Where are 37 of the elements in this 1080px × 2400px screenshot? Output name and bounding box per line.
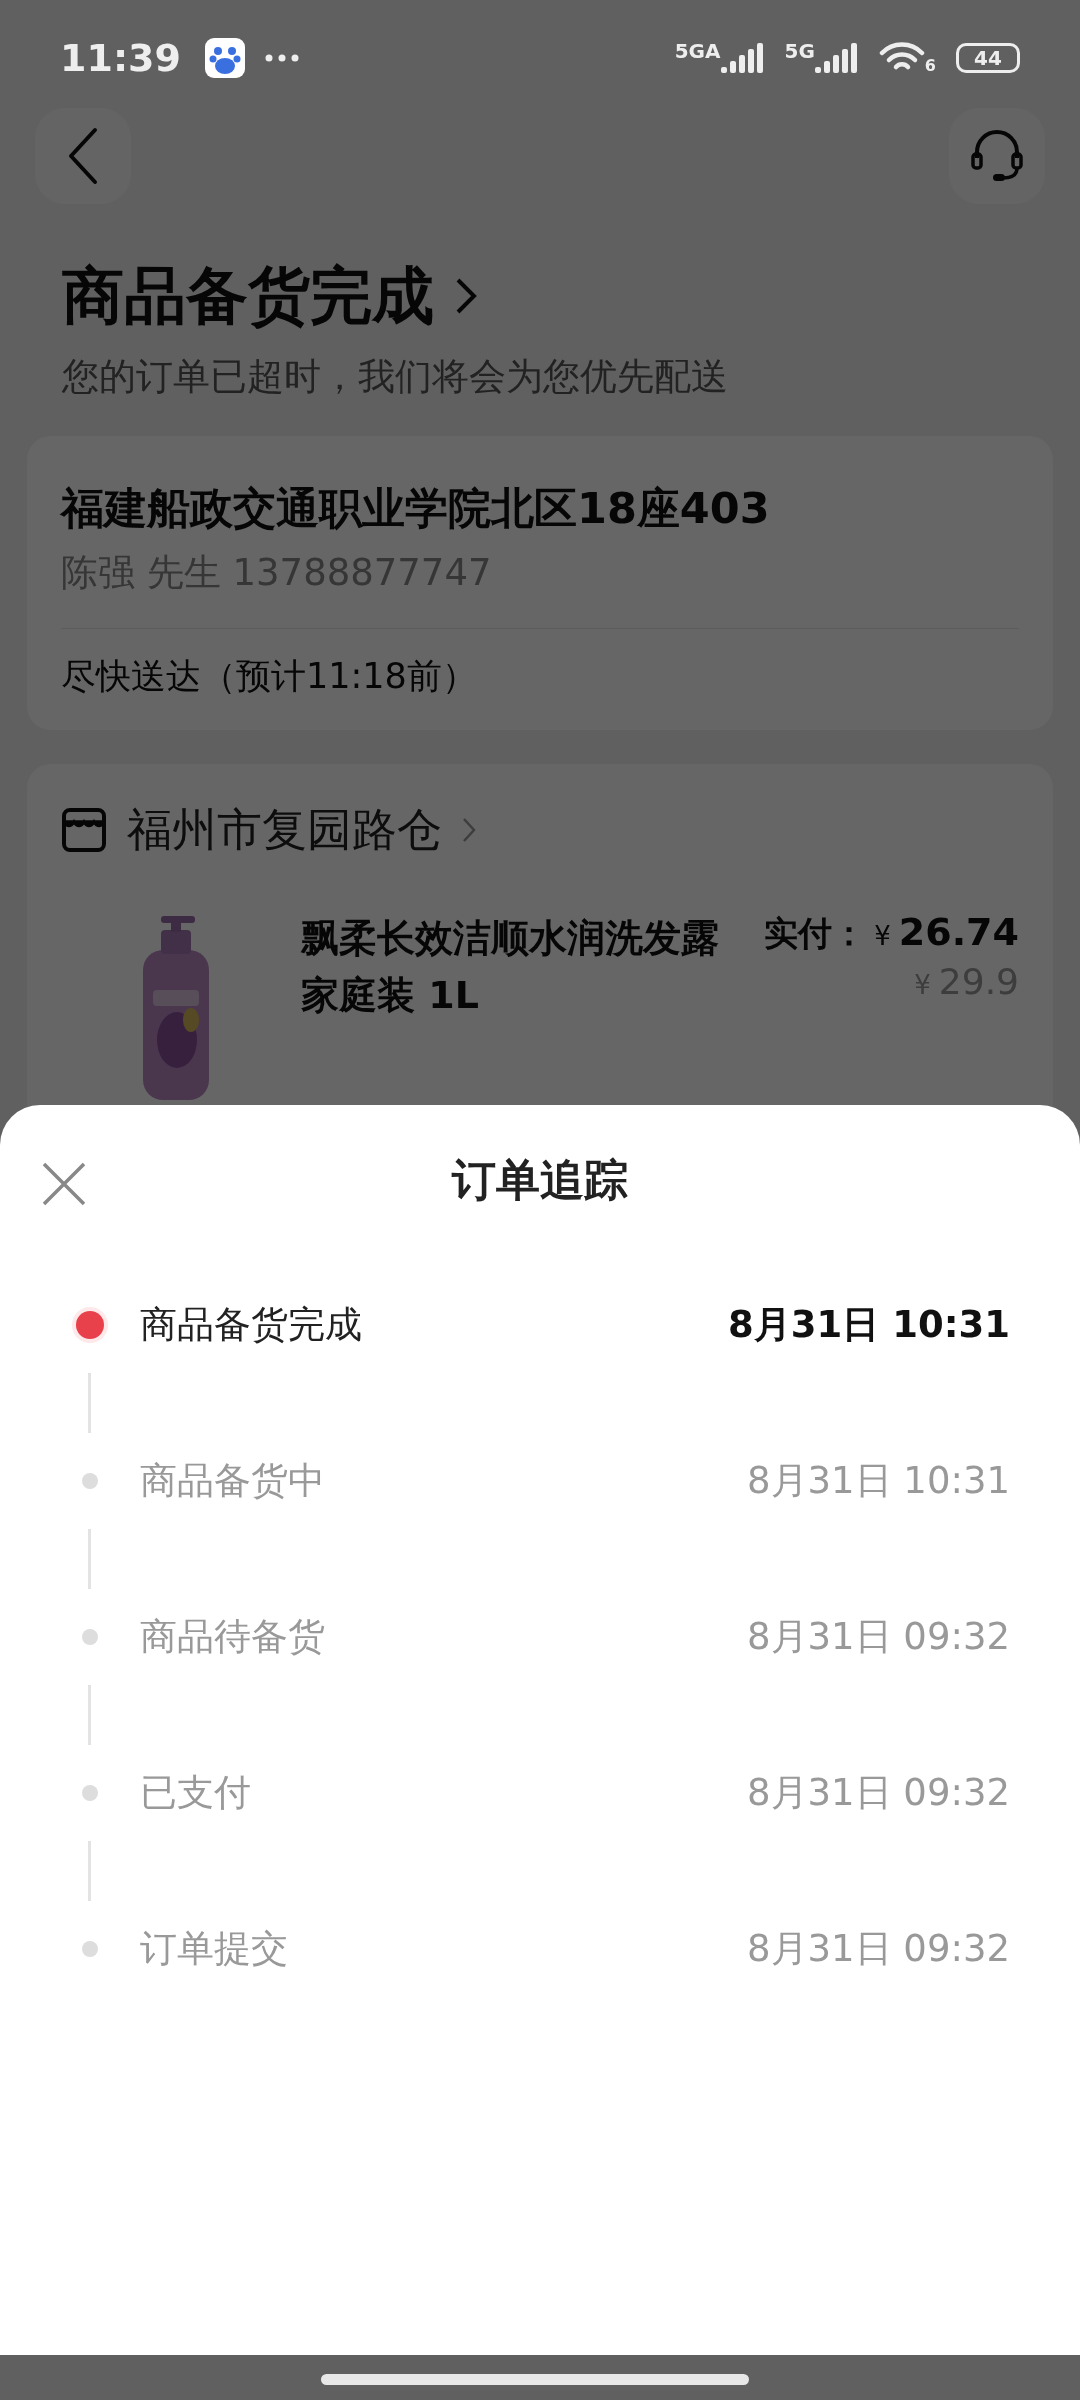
store-icon xyxy=(61,807,107,853)
network-label: 5G xyxy=(784,39,815,63)
status-subtitle: 您的订单已超时，我们将会为您优先配送 xyxy=(62,354,729,400)
paid-amount: 26.74 xyxy=(898,910,1019,954)
clock: 11:39 xyxy=(60,36,181,80)
close-button[interactable] xyxy=(42,1162,86,1206)
more-icon xyxy=(264,54,299,62)
currency-symbol: ¥ xyxy=(874,921,891,951)
close-icon xyxy=(42,1162,86,1206)
delivery-time: 尽快送达（预计11:18前） xyxy=(61,655,478,698)
event-label: 商品备货完成 xyxy=(140,1302,362,1348)
currency-symbol: ¥ xyxy=(914,970,931,1000)
event-time: 8月31日 10:31 xyxy=(747,1458,1010,1504)
battery-icon: 44 xyxy=(956,43,1020,73)
signal-icon xyxy=(720,43,765,73)
event-label: 已支付 xyxy=(140,1770,251,1816)
sheet-title: 订单追踪 xyxy=(452,1152,628,1207)
customer-service-button[interactable] xyxy=(949,108,1045,204)
delivery-address: 福建船政交通职业学院北区18座403 xyxy=(61,482,771,535)
status-title-link[interactable]: 商品备货完成 xyxy=(62,254,478,338)
chevron-icon xyxy=(462,817,476,843)
store-name-link[interactable]: 福州市复园路仓 xyxy=(127,800,442,860)
event-label: 商品备货中 xyxy=(140,1458,325,1504)
event-time: 8月31日 09:32 xyxy=(747,1770,1010,1816)
event-time: 8月31日 10:31 xyxy=(728,1302,1010,1348)
back-button[interactable] xyxy=(35,108,131,204)
paid-label: 实付： xyxy=(764,912,867,955)
network-label: 5GA xyxy=(674,39,721,63)
event-time: 8月31日 09:32 xyxy=(747,1926,1010,1972)
signal-icon xyxy=(814,43,859,73)
wifi-standard-label: 6 xyxy=(924,56,936,75)
product-name: 飘柔长效洁顺水润洗发露家庭装 1L xyxy=(301,915,720,1019)
paw-app-icon xyxy=(204,38,245,78)
event-label: 商品待备货 xyxy=(140,1614,325,1660)
chevron-icon xyxy=(454,276,478,316)
event-label: 订单提交 xyxy=(140,1926,288,1972)
event-time: 8月31日 09:32 xyxy=(747,1614,1010,1660)
